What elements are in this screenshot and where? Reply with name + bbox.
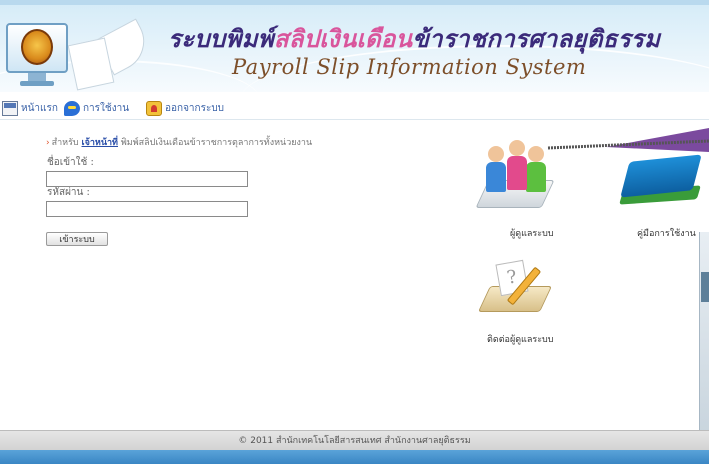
person-body: [526, 162, 546, 192]
menu-item-usage[interactable]: การใช้งาน: [64, 100, 129, 117]
person-body: [507, 156, 527, 190]
title-thai-accent: สลิปเงินเดือน: [273, 24, 413, 53]
admin-tile[interactable]: [475, 138, 566, 228]
breadcrumb-prefix: สำหรับ: [51, 138, 79, 148]
menu-item-label: การใช้งาน: [83, 103, 130, 114]
header-banner: ระบบพิมพ์สลิปเงินเดือนข้าราชการศาลยุติธร…: [0, 0, 709, 92]
court-logo: [6, 18, 156, 91]
password-label: รหัสผ่าน :: [47, 187, 90, 198]
title-thai-part: ระบบพิมพ์: [168, 24, 274, 53]
username-label: ชื่อเข้าใช้ :: [47, 157, 94, 168]
adjacent-window-edge: [699, 232, 709, 432]
contact-tile-label[interactable]: ติดต่อผู้ดูแลระบบ: [487, 332, 553, 346]
court-seal-icon: [21, 29, 53, 65]
login-button[interactable]: เข้าระบบ: [46, 232, 108, 246]
title-thai-part: ข้าราชการศาลยุติธรรม: [412, 24, 661, 53]
person-head: [488, 146, 504, 162]
home-icon: [2, 101, 18, 116]
arrow-icon: ›: [46, 138, 50, 148]
menu-item-logout[interactable]: ออกจากระบบ: [146, 100, 224, 117]
chat-icon: [64, 101, 80, 116]
password-input[interactable]: [46, 201, 248, 217]
person-head: [528, 146, 544, 162]
site-title-thai: ระบบพิมพ์สลิปเงินเดือนข้าราชการศาลยุติธร…: [168, 19, 660, 58]
menu-item-label: หน้าแรก: [21, 103, 58, 114]
manual-tile[interactable]: [618, 138, 709, 228]
person-head: [509, 140, 525, 156]
admin-tile-label[interactable]: ผู้ดูแลระบบ: [510, 226, 554, 240]
breadcrumb-suffix: พิมพ์สลิปเงินเดือนข้าราชการตุลาการทั้งหน…: [120, 138, 313, 148]
site-title-english: Payroll Slip Information System: [232, 55, 587, 79]
exit-icon: [146, 101, 162, 116]
bottom-strip: [0, 450, 709, 464]
footer: © 2011 สำนักเทคโนโลยีสารสนเทศ สำนักงานศา…: [0, 430, 709, 450]
menu-item-label: ออกจากระบบ: [165, 103, 225, 114]
contact-tile[interactable]: ?: [477, 258, 560, 328]
person-body: [486, 162, 506, 192]
breadcrumb: › สำหรับ เจ้าหน้าที่ พิมพ์สลิปเงินเดือนข้…: [46, 135, 312, 149]
staff-link[interactable]: เจ้าหน้าที่: [82, 138, 118, 148]
monitor-base: [20, 81, 54, 86]
top-menu-bar: หน้าแรก การใช้งาน ออกจากระบบ: [0, 96, 709, 120]
manual-tile-label[interactable]: คู่มือการใช้งาน: [637, 226, 696, 240]
menu-item-home[interactable]: หน้าแรก: [2, 100, 58, 117]
